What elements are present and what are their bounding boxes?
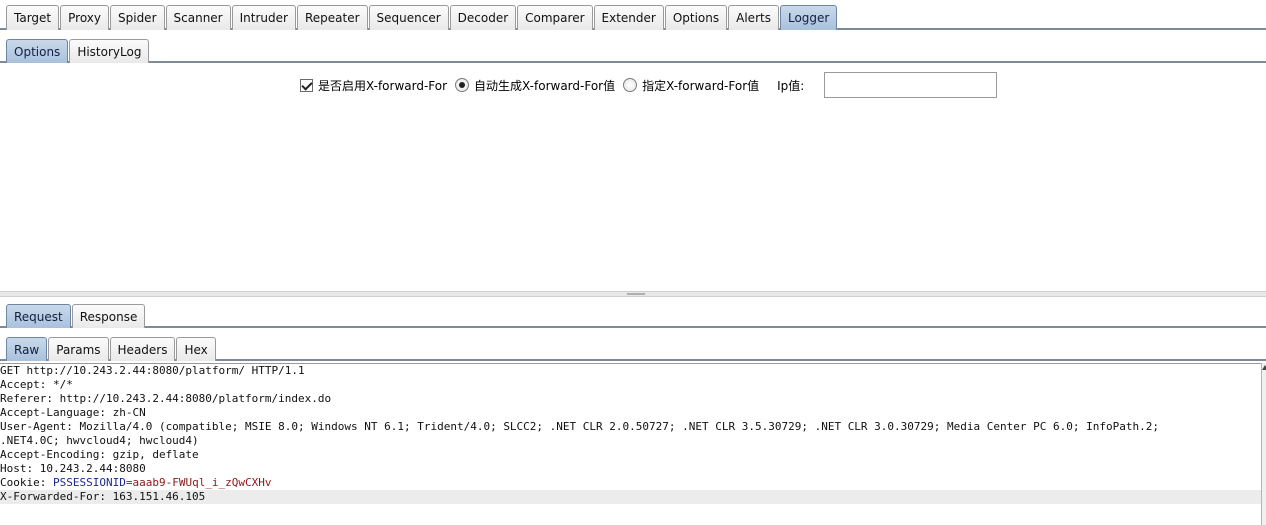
x-forwarded-for-line: X-Forwarded-For: 163.151.46.105 <box>0 490 1262 504</box>
request-line: GET http://10.243.2.44:8080/platform/ HT… <box>0 364 305 377</box>
tab-params[interactable]: Params <box>48 337 109 361</box>
view-tab-bar: Raw Params Headers Hex <box>0 332 1266 361</box>
tab-alerts[interactable]: Alerts <box>728 5 779 30</box>
specify-value-radio[interactable] <box>623 78 638 92</box>
subtab-options[interactable]: Options <box>6 39 69 63</box>
tab-decoder[interactable]: Decoder <box>449 5 517 30</box>
tab-extender[interactable]: Extender <box>593 5 664 30</box>
enable-xff-checkbox[interactable] <box>300 78 313 92</box>
tab-scanner[interactable]: Scanner <box>165 5 231 30</box>
request-line: .NET4.0C; hwvcloud4; hwcloud4) <box>0 434 199 447</box>
tab-repeater[interactable]: Repeater <box>296 5 368 30</box>
logger-sub-tab-bar: Options HistoryLog <box>0 35 1266 63</box>
request-line: User-Agent: Mozilla/4.0 (compatible; MSI… <box>0 420 1159 433</box>
auto-generate-radio[interactable] <box>455 78 470 92</box>
main-tab-bar: Target Proxy Spider Scanner Intruder Rep… <box>0 2 1266 30</box>
tab-comparer[interactable]: Comparer <box>517 5 593 30</box>
tab-headers[interactable]: Headers <box>109 337 176 361</box>
tab-proxy[interactable]: Proxy <box>60 5 109 30</box>
cookie-prefix: Cookie: <box>0 476 53 489</box>
request-line: Accept-Encoding: gzip, deflate <box>0 448 199 461</box>
request-line: Referer: http://10.243.2.44:8080/platfor… <box>0 392 332 405</box>
request-line: Accept-Language: zh-CN <box>0 406 146 419</box>
tab-response[interactable]: Response <box>71 304 146 328</box>
request-line: Host: 10.243.2.44:8080 <box>0 462 146 475</box>
tab-intruder[interactable]: Intruder <box>231 5 296 30</box>
specify-value-label[interactable]: 指定X-forward-For值 <box>642 77 759 94</box>
tab-target[interactable]: Target <box>6 5 60 30</box>
message-tab-bar: Request Response <box>0 299 1266 328</box>
message-tab-bar-divider <box>0 326 1266 328</box>
xff-options-row: 是否启用X-forward-For 自动生成X-forward-For值 指定X… <box>300 72 998 98</box>
scroll-up-arrow-icon[interactable] <box>1262 365 1266 370</box>
tab-raw[interactable]: Raw <box>6 337 48 361</box>
tab-logger[interactable]: Logger <box>779 5 838 30</box>
pane-splitter[interactable] <box>0 291 1266 297</box>
request-line: Accept: */* <box>0 378 73 391</box>
editor-vertical-scrollbar[interactable] <box>1261 363 1266 525</box>
tab-options[interactable]: Options <box>664 5 728 30</box>
ip-value-input[interactable] <box>824 72 998 98</box>
auto-generate-label[interactable]: 自动生成X-forward-For值 <box>474 77 615 94</box>
splitter-grip[interactable] <box>627 293 645 295</box>
request-editor[interactable]: GET http://10.243.2.44:8080/platform/ HT… <box>0 363 1262 525</box>
enable-xff-label[interactable]: 是否启用X-forward-For <box>318 77 447 94</box>
cookie-value: =aaab9-FWUql_i_zQwCXHv <box>125 476 272 489</box>
tab-sequencer[interactable]: Sequencer <box>368 5 449 30</box>
tab-spider[interactable]: Spider <box>110 5 165 30</box>
tab-request[interactable]: Request <box>6 304 71 328</box>
sub-tab-bar-divider <box>0 61 1266 63</box>
tab-hex[interactable]: Hex <box>176 337 216 361</box>
cookie-name: PSSESSIONID <box>52 476 126 489</box>
subtab-historylog[interactable]: HistoryLog <box>69 39 150 63</box>
ip-value-label: Ip值: <box>777 78 805 93</box>
cookie-line: Cookie: PSSESSIONID=aaab9-FWUql_i_zQwCXH… <box>0 476 1262 490</box>
